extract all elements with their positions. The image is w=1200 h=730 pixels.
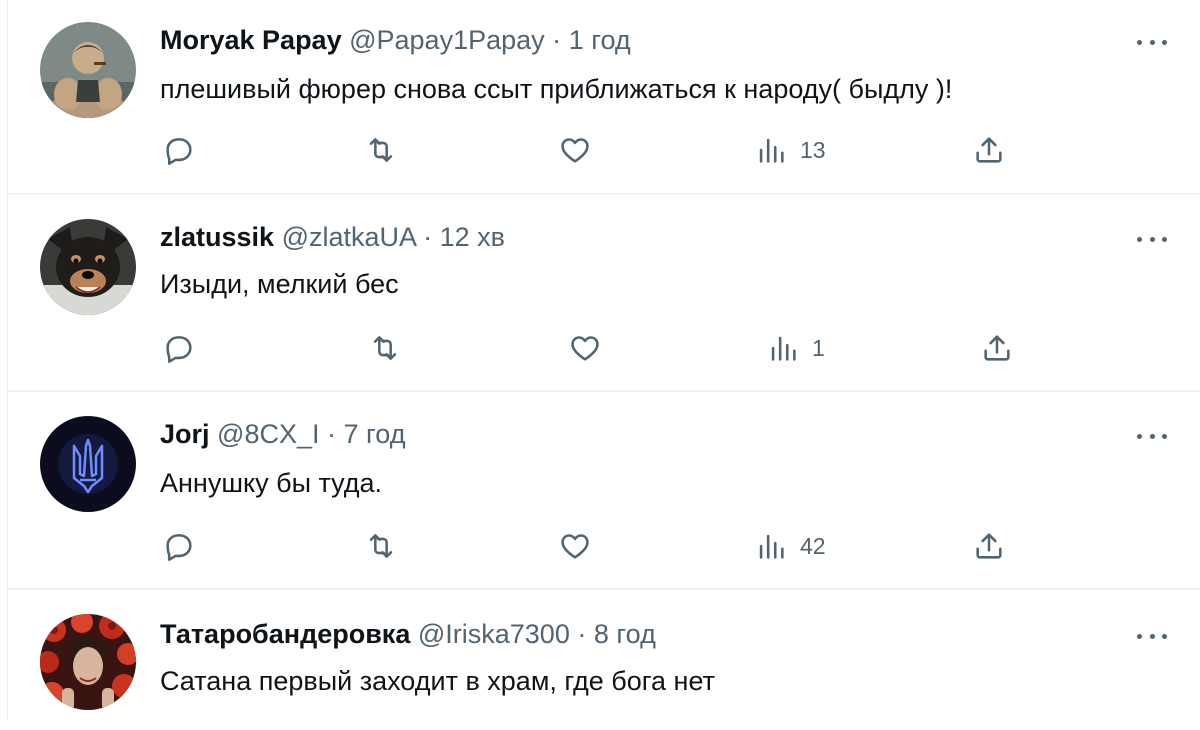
- share-icon: [976, 533, 1002, 559]
- separator-dot: ·: [577, 619, 587, 649]
- repost-button[interactable]: [364, 133, 398, 167]
- share-button[interactable]: [980, 331, 1014, 365]
- repost-button[interactable]: [368, 331, 402, 365]
- reply-feed: Moryak Papay @Papay1Papay · 1 год плешив…: [0, 0, 1200, 722]
- analytics-icon: [759, 138, 784, 163]
- tweet-header: Moryak Papay @Papay1Papay · 1 год: [160, 24, 1080, 56]
- tweet[interactable]: Jorj @8CX_I · 7 год Аннушку бы туда. 42: [8, 392, 1200, 590]
- like-button[interactable]: [558, 529, 592, 563]
- tweet-text: Сатана первый заходит в храм, где бога н…: [160, 666, 715, 696]
- display-name[interactable]: Moryak Papay: [160, 25, 342, 55]
- reply-button[interactable]: [162, 529, 196, 563]
- reply-icon: [166, 138, 192, 165]
- tweet-header: Татаробандеровка @Iriska7300 · 8 год: [160, 618, 1080, 650]
- avatar[interactable]: [40, 22, 136, 118]
- user-handle[interactable]: @Papay1Papay: [349, 25, 545, 55]
- share-button[interactable]: [972, 529, 1006, 563]
- views-button[interactable]: 13: [754, 133, 826, 167]
- share-button[interactable]: [972, 133, 1006, 167]
- sailor-avatar-image: [40, 22, 136, 118]
- repost-icon: [369, 138, 393, 162]
- separator-dot: ·: [423, 222, 433, 252]
- reply-button[interactable]: [162, 133, 196, 167]
- heart-icon: [561, 534, 589, 559]
- avatar[interactable]: [40, 416, 136, 512]
- trident-avatar-image: [40, 416, 136, 512]
- analytics-icon: [759, 534, 784, 559]
- tweet[interactable]: Moryak Papay @Papay1Papay · 1 год плешив…: [8, 0, 1200, 195]
- heart-icon: [561, 138, 589, 163]
- heart-icon: [571, 336, 599, 361]
- timestamp[interactable]: 1 год: [569, 25, 631, 55]
- like-button[interactable]: [558, 133, 592, 167]
- separator-dot: ·: [552, 25, 562, 55]
- timestamp[interactable]: 12 хв: [440, 222, 505, 252]
- more-options-icon[interactable]: [1132, 424, 1172, 448]
- display-name[interactable]: zlatussik: [160, 222, 274, 252]
- tweet-header: zlatussik @zlatkaUA · 12 хв: [160, 221, 1080, 253]
- reply-button[interactable]: [162, 331, 196, 365]
- more-options-icon[interactable]: [1132, 30, 1172, 54]
- user-handle[interactable]: @8CX_I: [217, 419, 319, 449]
- tweet-text: Аннушку бы туда.: [160, 468, 383, 498]
- tweet-header: Jorj @8CX_I · 7 год: [160, 418, 1080, 450]
- views-button[interactable]: 42: [754, 529, 826, 563]
- repost-button[interactable]: [364, 529, 398, 563]
- dog-avatar-image: [40, 219, 136, 315]
- repost-icon: [373, 336, 397, 360]
- timestamp[interactable]: 7 год: [344, 419, 406, 449]
- tweet[interactable]: Татаробандеровка @Iriska7300 · 8 год Сат…: [8, 590, 1200, 730]
- share-icon: [984, 335, 1010, 361]
- repost-icon: [369, 534, 393, 558]
- views-button[interactable]: 1: [766, 331, 825, 365]
- tweet[interactable]: zlatussik @zlatkaUA · 12 хв Изыди, мелки…: [8, 195, 1200, 392]
- display-name[interactable]: Jorj: [160, 419, 210, 449]
- reply-icon: [166, 534, 192, 561]
- views-count: 13: [800, 136, 826, 163]
- user-handle[interactable]: @Iriska7300: [418, 619, 570, 649]
- tweet-text: Изыди, мелкий бес: [160, 269, 399, 299]
- avatar[interactable]: [40, 614, 136, 710]
- timestamp[interactable]: 8 год: [594, 619, 656, 649]
- user-handle[interactable]: @zlatkaUA: [282, 222, 416, 252]
- like-button[interactable]: [568, 331, 602, 365]
- more-options-icon[interactable]: [1132, 227, 1172, 251]
- views-count: 1: [812, 334, 825, 361]
- tweet-text: плешивый фюрер снова ссыт приближаться к…: [160, 74, 953, 104]
- more-options-icon[interactable]: [1132, 624, 1172, 648]
- flowers-avatar-image: [40, 614, 136, 710]
- separator-dot: ·: [327, 419, 337, 449]
- analytics-icon: [771, 336, 796, 361]
- avatar[interactable]: [40, 219, 136, 315]
- reply-icon: [166, 336, 192, 363]
- views-count: 42: [800, 532, 826, 559]
- display-name[interactable]: Татаробандеровка: [160, 619, 410, 649]
- share-icon: [976, 137, 1002, 163]
